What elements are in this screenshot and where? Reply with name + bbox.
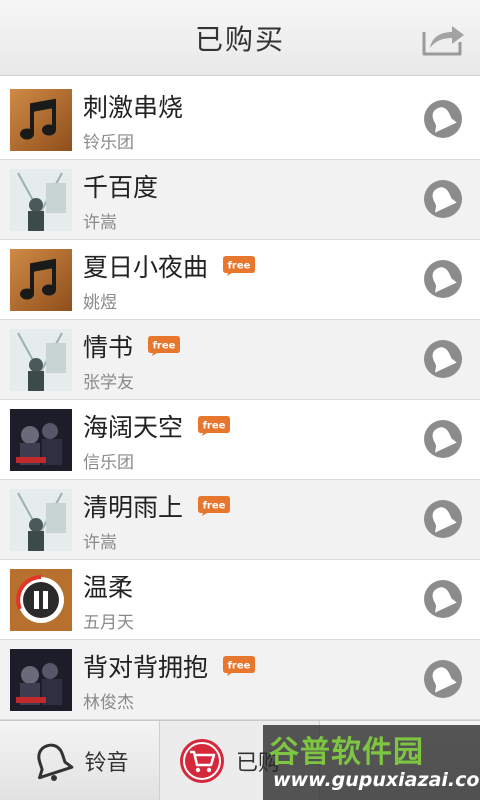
song-title: 夏日小夜曲 <box>83 253 209 282</box>
song-title: 背对背拥抱 <box>83 653 209 682</box>
song-artist: 许嵩 <box>83 213 117 233</box>
set-ringtone-bell-icon[interactable] <box>423 339 463 379</box>
album-cover <box>10 169 72 231</box>
set-ringtone-bell-icon[interactable] <box>423 179 463 219</box>
tab-ringtone[interactable]: 铃音 <box>0 721 160 800</box>
song-artist: 张学友 <box>83 373 134 393</box>
song-row[interactable]: 背对背拥抱 free 林俊杰 <box>0 640 480 720</box>
purchased-song-list: 刺激串烧 铃乐团 千百度 许嵩 夏日小夜曲 free 姚煜 情书 free 张学友 海阔天空 free… <box>0 80 480 720</box>
song-title: 情书 <box>83 333 134 362</box>
song-artist: 五月天 <box>83 613 134 633</box>
song-title-line: 刺激串烧 <box>83 88 183 124</box>
song-title: 刺激串烧 <box>83 93 184 122</box>
tab-ringtone-label: 铃音 <box>84 751 129 776</box>
song-row[interactable]: 温柔 五月天 <box>0 560 480 640</box>
song-artist: 林俊杰 <box>83 693 134 713</box>
album-cover <box>10 569 72 631</box>
svg-text:free: free <box>203 421 226 432</box>
page-title: 已购买 <box>194 22 285 56</box>
free-badge: free <box>197 495 231 517</box>
song-title-line: 背对背拥抱 free <box>83 648 256 684</box>
svg-text:free: free <box>228 661 251 672</box>
song-row[interactable]: 情书 free 张学友 <box>0 320 480 400</box>
song-title: 海阔天空 <box>83 413 184 442</box>
song-artist: 信乐团 <box>83 453 134 473</box>
album-cover <box>10 649 72 711</box>
song-artist: 许嵩 <box>83 533 117 553</box>
song-row[interactable]: 夏日小夜曲 free 姚煜 <box>0 240 480 320</box>
song-row[interactable]: 海阔天空 free 信乐团 <box>0 400 480 480</box>
set-ringtone-bell-icon[interactable] <box>423 99 463 139</box>
song-artist: 铃乐团 <box>83 133 134 153</box>
bell-icon <box>37 743 74 781</box>
svg-text:free: free <box>228 261 251 272</box>
song-title-line: 情书 free <box>83 328 181 364</box>
song-title-line: 千百度 <box>83 168 158 204</box>
song-title-line: 温柔 <box>83 568 133 604</box>
song-title: 清明雨上 <box>83 493 184 522</box>
song-title-line: 清明雨上 free <box>83 488 231 524</box>
song-row[interactable]: 清明雨上 free 许嵩 <box>0 480 480 560</box>
free-badge: free <box>147 335 181 357</box>
set-ringtone-bell-icon[interactable] <box>423 499 463 539</box>
set-ringtone-bell-icon[interactable] <box>423 419 463 459</box>
song-row[interactable]: 刺激串烧 铃乐团 <box>0 80 480 160</box>
set-ringtone-bell-icon[interactable] <box>423 259 463 299</box>
song-title: 温柔 <box>83 573 134 602</box>
song-artist: 姚煜 <box>83 293 117 313</box>
set-ringtone-bell-icon[interactable] <box>423 579 463 619</box>
song-title-line: 海阔天空 free <box>83 408 231 444</box>
album-cover <box>10 89 72 151</box>
album-cover <box>10 489 72 551</box>
shopping-cart-icon <box>180 739 224 783</box>
free-badge: free <box>222 655 256 677</box>
site-watermark: 谷普软件园 www.gupuxiazai.com <box>263 725 480 800</box>
album-cover <box>10 329 72 391</box>
free-badge: free <box>222 255 256 277</box>
svg-text:free: free <box>153 341 176 352</box>
header-bar: 已购买 <box>0 0 480 76</box>
album-cover <box>10 249 72 311</box>
song-title: 千百度 <box>83 173 159 202</box>
song-title-line: 夏日小夜曲 free <box>83 248 256 284</box>
share-icon[interactable] <box>420 18 466 58</box>
svg-text:free: free <box>203 501 226 512</box>
set-ringtone-bell-icon[interactable] <box>423 659 463 699</box>
free-badge: free <box>197 415 231 437</box>
album-cover <box>10 409 72 471</box>
song-row[interactable]: 千百度 许嵩 <box>0 160 480 240</box>
watermark-url: www.gupuxiazai.com <box>273 769 480 791</box>
watermark-logo: 谷普软件园 <box>269 735 424 770</box>
